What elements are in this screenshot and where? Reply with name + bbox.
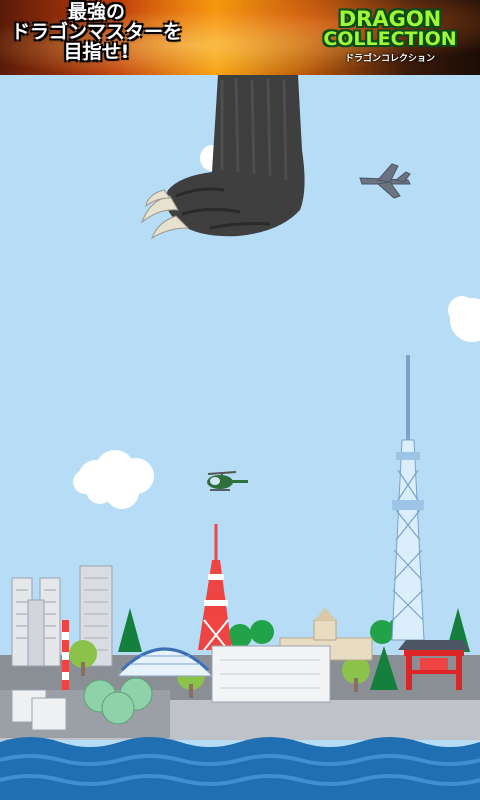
game-scene[interactable] xyxy=(0,75,480,800)
dragon-collection-logo: DRAGON COLLECTION ドラゴンコレクション xyxy=(310,7,470,65)
ad-banner[interactable]: 最強の ドラゴンマスターを 目指せ! DRAGON COLLECTION ドラゴ… xyxy=(0,0,480,75)
logo-collection-text: COLLECTION xyxy=(323,28,457,50)
office-block xyxy=(211,645,331,703)
banner-tagline-line3: 目指せ! xyxy=(63,40,130,63)
smokestack xyxy=(62,620,69,690)
banner-tagline-line2: ドラゴンマスターを xyxy=(10,20,182,43)
banner-tagline-line1: 最強の xyxy=(67,1,125,23)
logo-subtitle: ドラゴンコレクション xyxy=(344,54,435,64)
banner-tagline: 最強の ドラゴンマスターを 目指せ! xyxy=(4,1,189,63)
scene-svg xyxy=(0,75,480,800)
logo-dragon-text: DRAGON xyxy=(338,7,442,31)
sea xyxy=(0,737,480,800)
